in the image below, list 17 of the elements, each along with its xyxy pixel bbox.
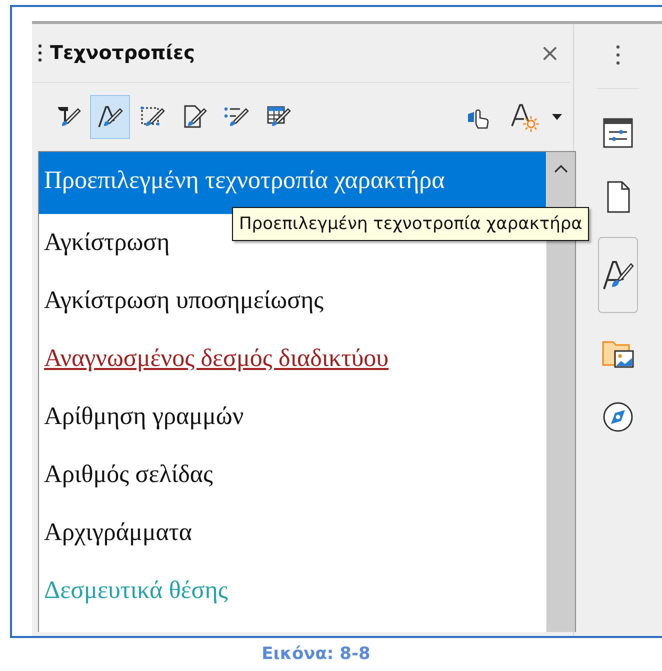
- styles-icon[interactable]: [598, 237, 638, 313]
- caret-icon[interactable]: [552, 114, 562, 120]
- style-item[interactable]: Προεπιλεγμένη τεχνοτροπία χαρακτήρα: [39, 152, 546, 214]
- grip-icon[interactable]: [38, 43, 42, 63]
- panel-title: Τεχνοτροπίες: [50, 42, 196, 64]
- style-item[interactable]: Αναγνωσμένος δεσμός διαδικτύου: [39, 330, 546, 388]
- style-item[interactable]: Αρίθμηση γραμμών: [39, 388, 546, 446]
- new-style-icon[interactable]: [510, 102, 540, 132]
- character-styles-icon[interactable]: [90, 95, 130, 139]
- scroll-up-icon[interactable]: [554, 164, 568, 173]
- close-button[interactable]: ×: [536, 39, 564, 67]
- tooltip: Προεπιλεγμένη τεχνοτροπία χαρακτήρα: [232, 207, 590, 241]
- more-options-icon[interactable]: [616, 44, 620, 66]
- style-item[interactable]: Αρχιγράμματα: [39, 504, 546, 562]
- style-item[interactable]: Αριθμός σελίδας: [39, 446, 546, 504]
- figure-caption: Εικόνα: 8-8: [260, 644, 372, 664]
- style-item[interactable]: Αγκίστρωση υποσημείωσης: [39, 272, 546, 330]
